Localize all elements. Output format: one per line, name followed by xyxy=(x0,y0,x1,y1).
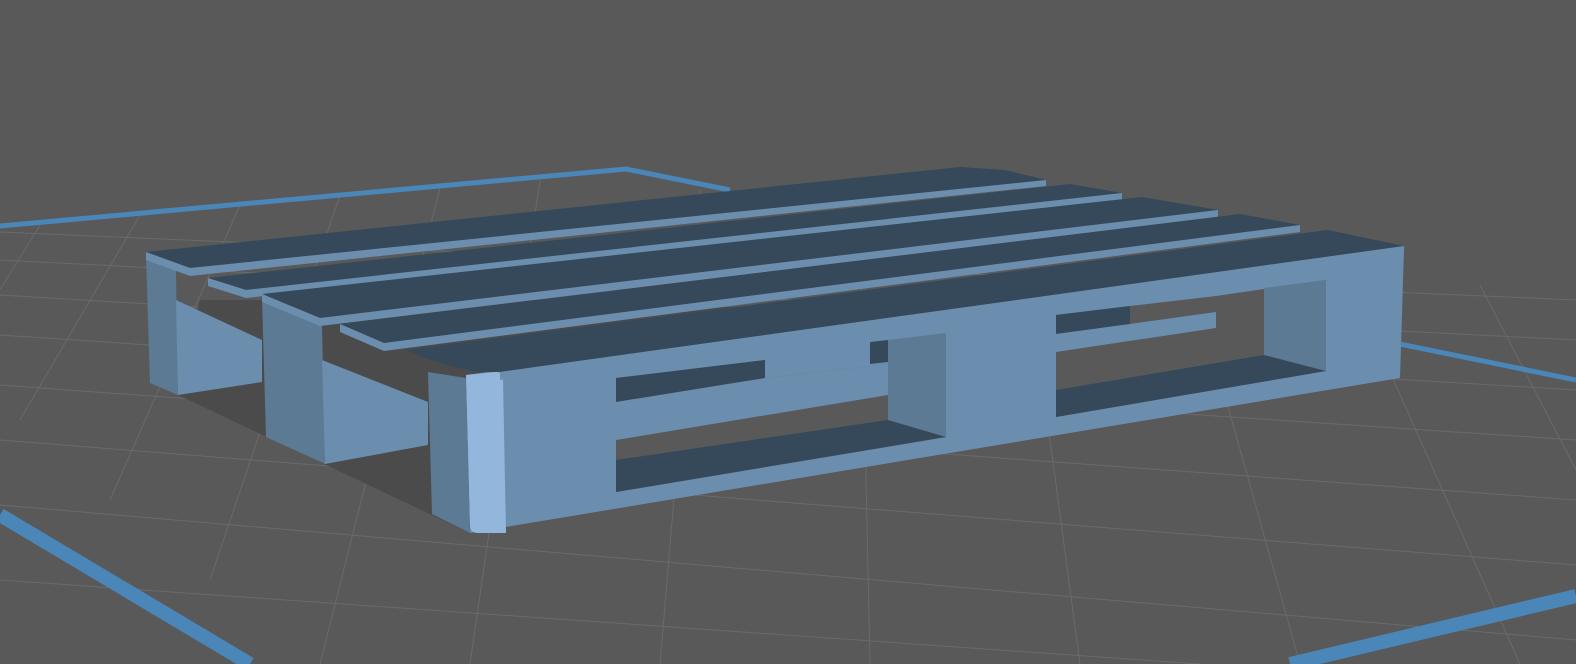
3d-viewport[interactable] xyxy=(0,0,1576,664)
pallet-left-block-side xyxy=(146,256,178,395)
fork-opening-right-block xyxy=(1264,280,1326,371)
fork-opening-left-gap xyxy=(870,340,888,364)
scene-canvas[interactable] xyxy=(0,0,1576,664)
pallet-corner-highlight xyxy=(466,372,506,533)
fork-opening-left-block xyxy=(888,333,946,437)
pallet-corner-block-side xyxy=(428,372,470,533)
